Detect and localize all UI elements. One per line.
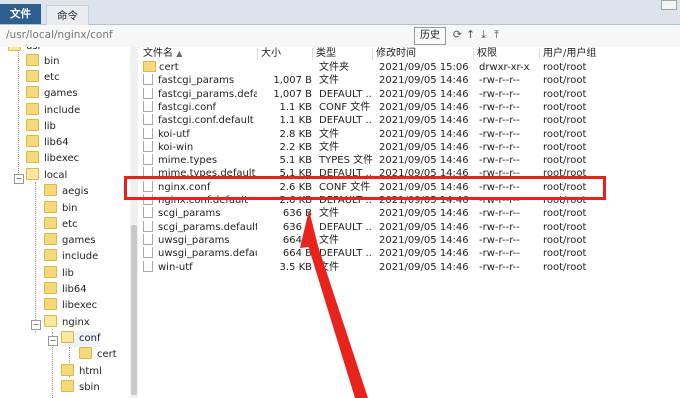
annotation-arrow xyxy=(300,210,368,398)
arrow-shaft xyxy=(307,240,368,398)
